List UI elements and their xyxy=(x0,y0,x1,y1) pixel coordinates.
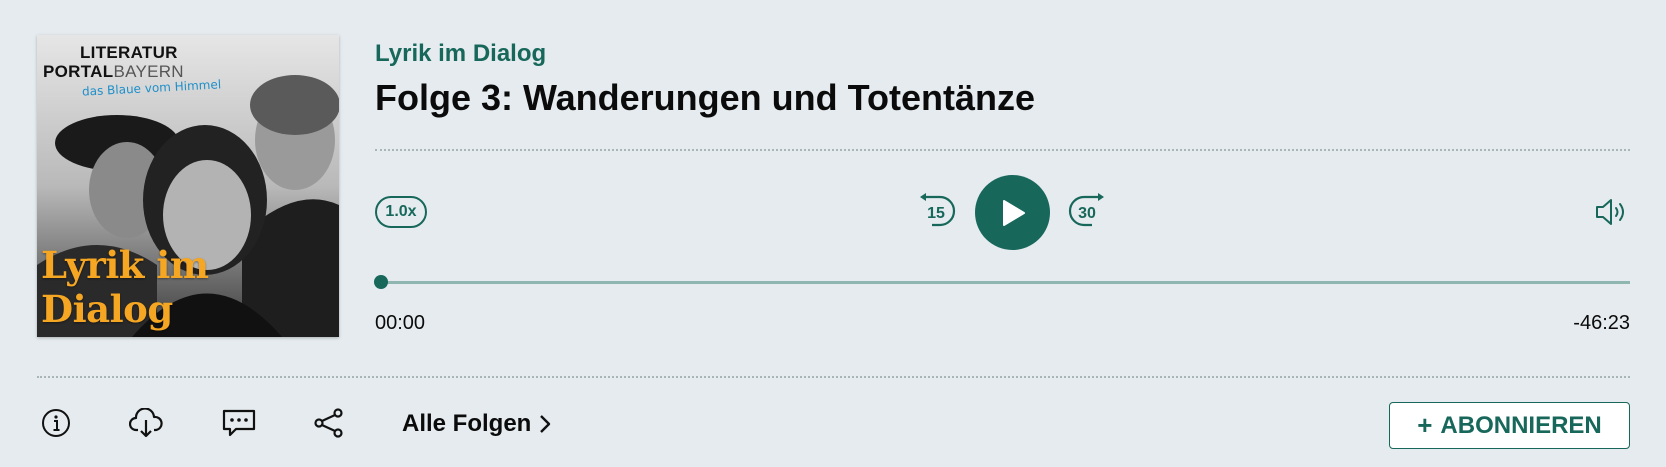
info-icon xyxy=(42,409,70,437)
play-button[interactable] xyxy=(975,175,1050,250)
cover-logo-portal: PORTAL xyxy=(43,62,114,81)
skip-forward-label: 30 xyxy=(1078,205,1096,222)
skip-back-button[interactable]: 15 xyxy=(918,193,960,231)
volume-icon xyxy=(1596,199,1624,225)
skip-back-label: 15 xyxy=(927,205,945,222)
cover-logo-bayern: BAYERN xyxy=(113,62,184,81)
comments-button[interactable] xyxy=(222,408,256,443)
share-icon xyxy=(314,408,343,438)
progress-track[interactable] xyxy=(380,281,1630,284)
plus-icon: + xyxy=(1417,410,1433,440)
info-button[interactable] xyxy=(41,408,71,443)
volume-button[interactable] xyxy=(1594,198,1630,226)
current-time: 00:00 xyxy=(375,312,426,334)
download-button[interactable] xyxy=(128,407,163,443)
episode-title: Folge 3: Wanderungen und Totentänze xyxy=(375,77,1035,118)
cover-art: LITERATUR PORTALBAYERN das Blaue vom Him… xyxy=(37,35,339,337)
skip-forward-button[interactable]: 30 xyxy=(1064,193,1108,231)
divider xyxy=(375,149,1630,151)
progress-handle[interactable] xyxy=(374,275,388,289)
cover-logo-line1: LITERATUR xyxy=(80,43,178,62)
remaining-time: -46:23 xyxy=(1573,312,1630,334)
all-episodes-label: Alle Folgen xyxy=(402,410,532,437)
subscribe-label: ABONNIEREN xyxy=(1440,411,1602,439)
download-icon xyxy=(128,407,163,438)
cover-logo-line2: PORTALBAYERN xyxy=(43,62,184,82)
subscribe-button[interactable]: + ABONNIEREN xyxy=(1389,402,1630,449)
playback-speed-button[interactable]: 1.0x xyxy=(375,196,427,228)
cover-title: Lyrik im Dialog xyxy=(41,243,209,331)
divider xyxy=(37,376,1630,378)
chevron-right-icon xyxy=(540,415,551,433)
comment-icon xyxy=(222,409,256,437)
all-episodes-link[interactable]: Alle Folgen xyxy=(402,410,551,438)
play-icon xyxy=(1002,199,1025,226)
show-title[interactable]: Lyrik im Dialog xyxy=(375,40,546,68)
share-button[interactable] xyxy=(313,408,345,443)
